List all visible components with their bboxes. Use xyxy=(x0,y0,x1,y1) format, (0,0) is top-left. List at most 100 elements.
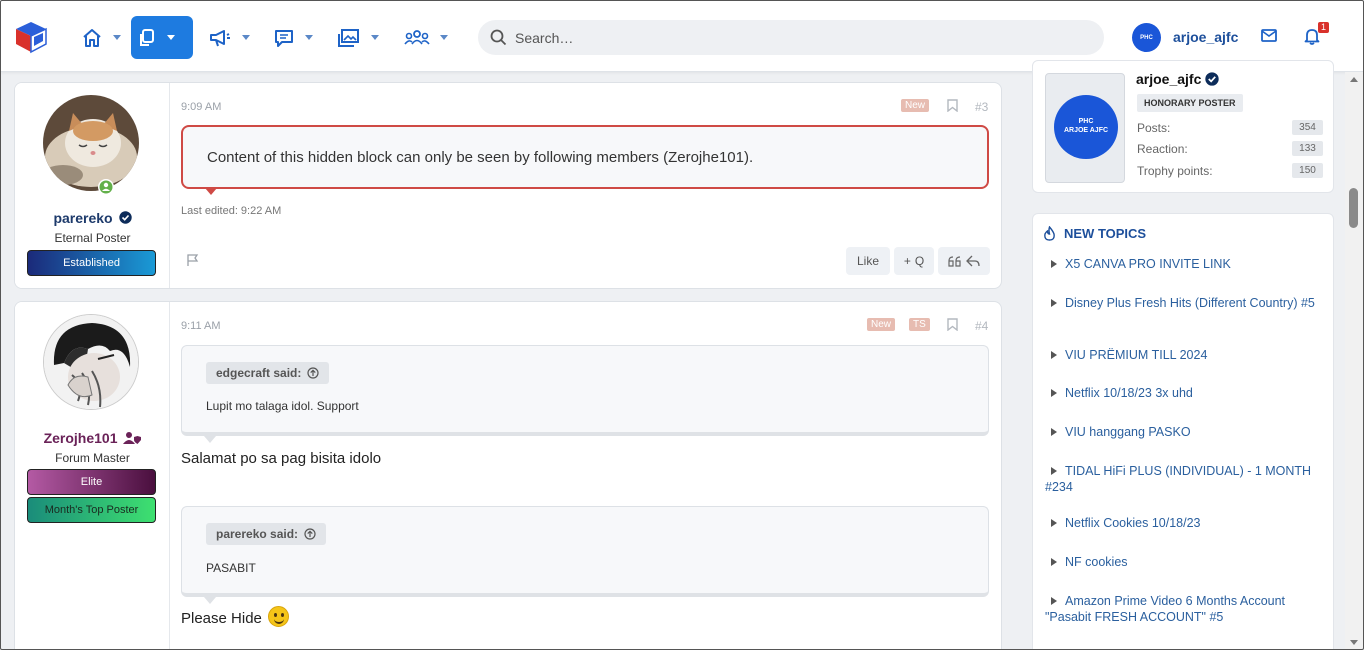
topic-link[interactable]: Amazon Prime Video 6 Months Account "Pas… xyxy=(1045,593,1327,625)
triangle-right-icon xyxy=(1051,299,1057,307)
hidden-content-block: Content of this hidden block can only be… xyxy=(181,125,989,195)
account-username[interactable]: arjoe_ajfc xyxy=(1173,29,1238,45)
topic-link[interactable]: TIDAL HiFi PLUS (INDIVIDUAL) - 1 MONTH #… xyxy=(1045,463,1327,495)
nav-announcements[interactable] xyxy=(202,16,256,59)
nav-forums[interactable] xyxy=(267,16,319,59)
new-topics-widget: NEW TOPICS X5 CANVA PRO INVITE LINK Disn… xyxy=(1032,213,1334,650)
topic-link[interactable]: X5 CANVA PRO INVITE LINK xyxy=(1045,256,1327,272)
topic-link[interactable]: VIU hanggang PASKO xyxy=(1045,424,1327,440)
author-name[interactable]: Zerojhe101 xyxy=(15,430,170,446)
author-avatar[interactable] xyxy=(43,95,139,191)
topic-link[interactable]: NF cookies xyxy=(1045,554,1327,570)
stat-reaction: Reaction: 133 xyxy=(1137,141,1323,156)
triangle-right-icon xyxy=(1051,558,1057,566)
author-avatar[interactable] xyxy=(43,314,139,410)
chevron-down-icon[interactable] xyxy=(242,35,250,40)
scroll-up-arrow-icon[interactable] xyxy=(1350,77,1358,82)
avatar[interactable]: PHC xyxy=(1132,23,1161,52)
post-timestamp[interactable]: 9:11 AM xyxy=(181,320,221,332)
hidden-content-text: Content of this hidden block can only be… xyxy=(207,149,754,166)
chevron-down-icon[interactable] xyxy=(113,35,121,40)
avatar[interactable]: PHC ARJOE AJFC xyxy=(1054,95,1118,159)
chevron-down-icon[interactable] xyxy=(167,35,175,40)
arrow-up-circle-icon[interactable] xyxy=(307,367,319,379)
topic-link[interactable]: VIU PRËMIUM TILL 2024 xyxy=(1045,347,1327,363)
visitor-profile-card: PHC ARJOE AJFC arjoe_ajfc HONORARY POSTE… xyxy=(1032,60,1334,193)
widget-title: NEW TOPICS xyxy=(1043,226,1146,241)
author-name-text[interactable]: parereko xyxy=(53,210,112,226)
topic-link[interactable]: Disney Plus Fresh Hits (Different Countr… xyxy=(1045,295,1327,311)
page-scrollbar[interactable] xyxy=(1345,72,1364,650)
stat-posts: Posts: 354 xyxy=(1137,120,1323,135)
post-body: 9:09 AM New #3 Content of this hidden bl… xyxy=(181,83,990,288)
author-name[interactable]: parereko xyxy=(15,210,170,226)
chevron-down-icon[interactable] xyxy=(371,35,379,40)
home-icon xyxy=(83,28,101,47)
bookmark-icon[interactable] xyxy=(947,318,958,331)
profile-avatar-frame[interactable]: PHC ARJOE AJFC xyxy=(1045,73,1125,183)
new-badge: New xyxy=(901,99,930,112)
verified-icon xyxy=(118,211,132,224)
post-author-sidebar: parereko Eternal Poster Established xyxy=(15,83,170,288)
post-timestamp[interactable]: 9:09 AM xyxy=(181,101,221,113)
notification-count-badge: 1 xyxy=(1318,22,1329,33)
triangle-right-icon xyxy=(1051,519,1057,527)
nav-home[interactable] xyxy=(75,16,127,59)
bookmark-icon[interactable] xyxy=(947,99,958,112)
verified-icon xyxy=(1205,72,1220,86)
triangle-right-icon xyxy=(1051,428,1057,436)
fire-icon xyxy=(1044,226,1055,241)
profile-name[interactable]: arjoe_ajfc xyxy=(1136,71,1220,87)
post-author-sidebar: Zerojhe101 Forum Master Elite Month's To… xyxy=(15,302,170,650)
user-banner-top-poster: Month's Top Poster xyxy=(27,497,156,523)
message-text: Salamat po sa pag bisita idolo xyxy=(181,450,382,467)
triangle-right-icon xyxy=(1051,351,1057,359)
pages-icon xyxy=(140,28,154,46)
scrollbar-thumb[interactable] xyxy=(1349,188,1358,228)
chat-icon xyxy=(275,29,293,47)
user-shield-icon xyxy=(123,432,142,444)
smile-emoji-icon xyxy=(268,606,290,627)
quote-author[interactable]: edgecraft said: xyxy=(206,362,330,384)
scroll-down-arrow-icon[interactable] xyxy=(1350,640,1358,645)
post-message: Zerojhe101 Forum Master Elite Month's To… xyxy=(14,301,1002,650)
quote-text: Lupit mo talaga idol. Support xyxy=(206,399,359,413)
search-bar[interactable] xyxy=(478,20,1104,55)
author-user-title: Forum Master xyxy=(55,451,130,465)
author-name-text[interactable]: Zerojhe101 xyxy=(44,430,118,446)
like-button[interactable]: Like xyxy=(846,247,890,275)
mail-icon[interactable] xyxy=(1261,29,1277,42)
profile-role-badge: HONORARY POSTER xyxy=(1137,94,1243,112)
multiquote-button[interactable]: + Q xyxy=(894,247,934,275)
arrow-up-circle-icon[interactable] xyxy=(304,528,316,540)
nav-members[interactable] xyxy=(398,16,454,59)
triangle-right-icon xyxy=(1051,597,1057,605)
nav-media[interactable] xyxy=(331,16,385,59)
user-banner: Established xyxy=(27,250,156,276)
triangle-right-icon xyxy=(1051,260,1057,268)
nav-pages[interactable] xyxy=(131,16,193,59)
chevron-down-icon[interactable] xyxy=(305,35,313,40)
plus-icon: + xyxy=(903,254,911,268)
search-icon xyxy=(490,29,507,46)
chevron-down-icon[interactable] xyxy=(440,35,448,40)
post-actions: Like + Q xyxy=(846,247,990,275)
new-badge: New xyxy=(867,318,896,331)
post-number[interactable]: #3 xyxy=(975,100,988,114)
quote-block: parereko said: PASABIT xyxy=(181,506,989,604)
quote-author[interactable]: parereko said: xyxy=(206,523,327,545)
thread-starter-badge: TS xyxy=(909,318,930,331)
reply-button[interactable] xyxy=(938,247,990,275)
megaphone-icon xyxy=(210,29,230,46)
site-logo[interactable] xyxy=(14,20,48,54)
post-number[interactable]: #4 xyxy=(975,319,988,333)
search-input[interactable] xyxy=(515,29,1075,46)
topic-link[interactable]: Netflix Cookies 10/18/23 xyxy=(1045,515,1327,531)
quote-icon xyxy=(948,255,961,267)
topic-link[interactable]: Netflix 10/18/23 3x uhd xyxy=(1045,385,1327,401)
post-body: 9:11 AM New TS #4 edgecraft said: Lupit … xyxy=(181,302,989,650)
last-edited-text[interactable]: Last edited: 9:22 AM xyxy=(181,205,281,217)
triangle-right-icon xyxy=(1051,467,1057,475)
report-flag-icon[interactable] xyxy=(187,254,199,267)
triangle-right-icon xyxy=(1051,389,1057,397)
